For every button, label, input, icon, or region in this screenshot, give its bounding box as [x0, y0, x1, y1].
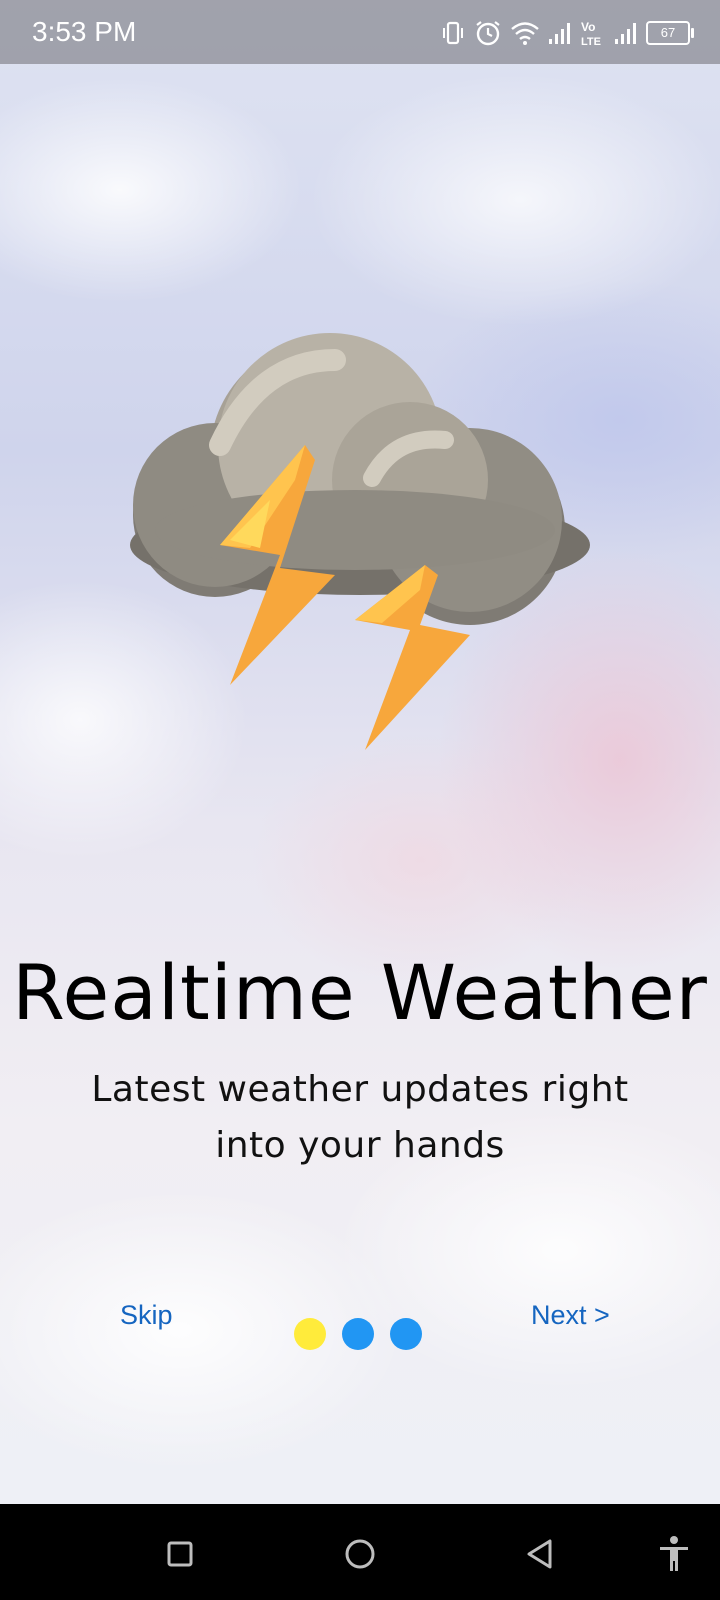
- status-time: 3:53 PM: [32, 16, 137, 47]
- page-subtitle: Latest weather updates right into your h…: [91, 1069, 629, 1166]
- page-dot[interactable]: [390, 1318, 422, 1350]
- page-dot[interactable]: [342, 1318, 374, 1350]
- vibrate-icon: [440, 20, 466, 46]
- page-title: Realtime Weather: [12, 948, 708, 1037]
- page-dot-active[interactable]: [294, 1318, 326, 1350]
- recent-apps-icon[interactable]: [158, 1532, 202, 1576]
- thunderstorm-cloud-icon: [120, 330, 600, 770]
- wifi-icon: [510, 20, 540, 46]
- back-icon[interactable]: [518, 1532, 562, 1576]
- accessibility-icon[interactable]: [652, 1532, 696, 1576]
- volte-icon: Vo LTE: [580, 19, 606, 47]
- status-bar: 3:53 PM Vo LTE 67: [0, 0, 720, 64]
- status-icons: Vo LTE 67: [440, 16, 694, 50]
- alarm-icon: [474, 19, 502, 47]
- system-nav-bar: [0, 1504, 720, 1600]
- signal-icon: [614, 21, 638, 45]
- home-icon[interactable]: [338, 1532, 382, 1576]
- next-button[interactable]: Next >: [531, 1295, 610, 1335]
- page-indicator: [294, 1318, 422, 1352]
- skip-button[interactable]: Skip: [120, 1295, 173, 1335]
- battery-icon: 67: [646, 21, 694, 45]
- onboarding-screen: 3:53 PM Vo LTE 67 Realtime Weather Lates…: [0, 0, 720, 1600]
- svg-text:LTE: LTE: [581, 36, 601, 47]
- signal-icon: [548, 21, 572, 45]
- svg-text:Vo: Vo: [581, 20, 595, 34]
